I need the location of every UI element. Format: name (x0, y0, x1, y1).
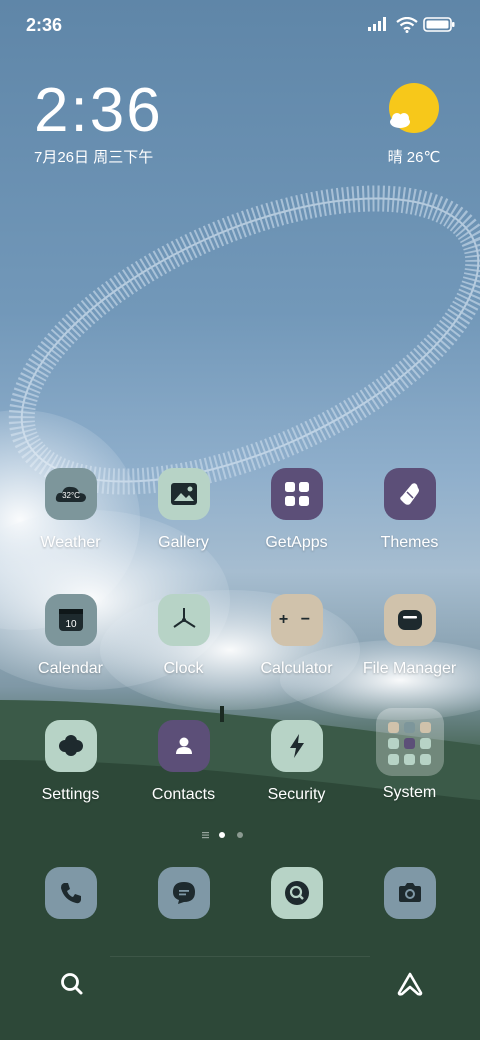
dock-browser[interactable] (240, 867, 353, 919)
app-label-system: System (382, 784, 437, 801)
app-label-getapps: GetApps (265, 534, 328, 551)
dock-camera[interactable] (353, 867, 466, 919)
camera-icon (383, 867, 436, 919)
app-security[interactable]: Security (240, 720, 353, 804)
calculator-icon: + − (270, 594, 323, 646)
browser-icon (270, 867, 323, 919)
page-indicator[interactable] (200, 829, 260, 841)
folder-icon (375, 708, 444, 776)
app-label-calendar: Calendar (38, 660, 103, 677)
getapps-icon (270, 468, 323, 520)
app-settings[interactable]: Settings (14, 720, 127, 804)
app-label-file-manager: File Manager (362, 660, 457, 677)
app-label-calculator: Calculator (260, 660, 333, 677)
phone-icon (44, 867, 97, 919)
app-label-security: Security (267, 786, 326, 803)
app-vault-icon[interactable] (396, 970, 424, 998)
battery-icon (423, 17, 455, 32)
clock-icon (157, 594, 210, 646)
app-label-clock: Clock (163, 660, 204, 677)
app-file-manager[interactable]: File Manager (353, 594, 466, 678)
sun-icon (389, 83, 439, 133)
divider (110, 956, 370, 957)
app-label-contacts: Contacts (151, 786, 216, 803)
app-getapps[interactable]: GetApps (240, 468, 353, 552)
app-clock[interactable]: Clock (127, 594, 240, 678)
messages-icon (157, 867, 210, 919)
themes-icon (383, 468, 436, 520)
app-label-settings: Settings (41, 786, 100, 803)
contacts-icon (157, 720, 210, 772)
app-calendar[interactable]: 10 Calendar (14, 594, 127, 678)
clock-widget[interactable]: 2:36 7月26日 周三下午 (34, 78, 274, 167)
app-label-gallery: Gallery (158, 534, 209, 551)
dock-messages[interactable] (127, 867, 240, 919)
weather-text: 晴 26℃ (387, 149, 441, 166)
search-icon[interactable] (58, 970, 86, 998)
signal-icon (368, 17, 386, 31)
status-bar: 2:36 (0, 0, 480, 50)
status-time: 2:36 (26, 15, 63, 35)
weather-icon: 32°C (44, 468, 97, 520)
widget-date: 7月26日 周三下午 (34, 149, 154, 166)
app-contacts[interactable]: Contacts (127, 720, 240, 804)
weather-widget[interactable]: 晴 26℃ (382, 82, 446, 167)
app-label-themes: Themes (380, 534, 439, 551)
bottom-bar (0, 956, 480, 1016)
security-icon (270, 720, 323, 772)
page-dot-active (219, 832, 225, 838)
dock-phone[interactable] (14, 867, 127, 919)
page-dot (237, 832, 243, 838)
app-label-weather: Weather (40, 534, 101, 551)
gallery-icon (157, 468, 210, 520)
file-manager-icon (383, 594, 436, 646)
wifi-icon (396, 17, 418, 33)
calculator-symbols: + − (278, 611, 315, 628)
feed-page-icon (202, 832, 209, 839)
app-themes[interactable]: Themes (353, 468, 466, 552)
settings-icon (44, 720, 97, 772)
app-folder-system[interactable]: System (353, 708, 466, 802)
app-calculator[interactable]: + − Calculator (240, 594, 353, 678)
svg-text:10: 10 (65, 619, 77, 630)
widget-time: 2:36 (34, 76, 163, 145)
calendar-icon: 10 (44, 594, 97, 646)
svg-text:32°C: 32°C (62, 491, 80, 500)
app-gallery[interactable]: Gallery (127, 468, 240, 552)
app-weather[interactable]: 32°C Weather (14, 468, 127, 552)
